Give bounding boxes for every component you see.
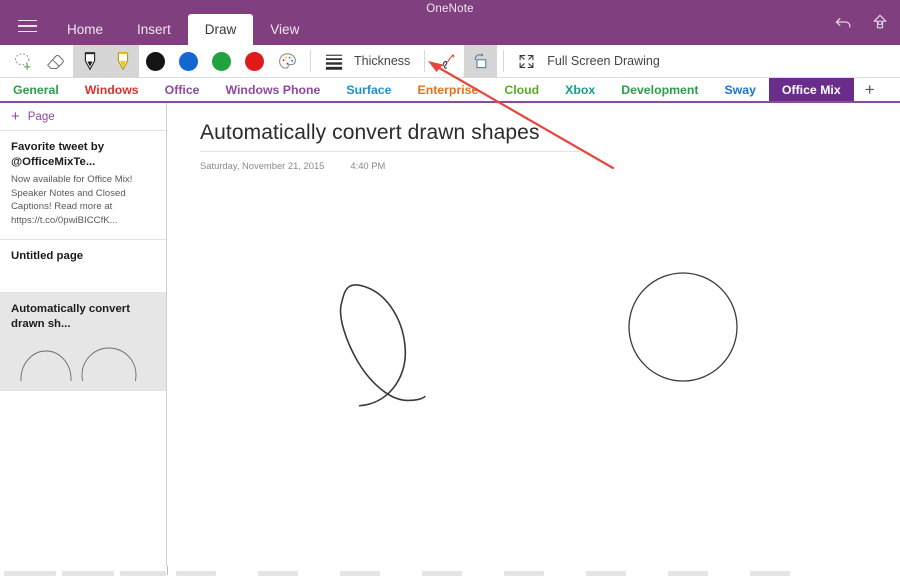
toolbar-divider [310, 50, 311, 72]
ribbon-tab-view[interactable]: View [253, 15, 316, 45]
ink-color-black[interactable] [139, 45, 172, 78]
page-list-item-untitled[interactable]: Untitled page [0, 240, 166, 293]
page-list-item-shapes[interactable]: Automatically convert drawn sh... [0, 292, 166, 408]
page-list-item-title: Automatically convert drawn sh... [11, 302, 131, 330]
pen-icon[interactable] [73, 44, 106, 78]
highlighter-icon[interactable] [106, 44, 139, 78]
thickness-icon[interactable] [317, 45, 350, 78]
title-bar: OneNote Home Insert Draw View [0, 0, 900, 45]
section-tab-windows-phone[interactable]: Windows Phone [213, 78, 334, 101]
section-tab-development[interactable]: Development [608, 78, 711, 101]
hand-drawn-ellipse [339, 284, 426, 407]
toolbar-divider-3 [503, 50, 505, 72]
thickness-button[interactable]: Thickness [317, 45, 418, 78]
page-thumbnail-preview [11, 339, 155, 408]
hamburger-icon[interactable] [4, 13, 50, 45]
section-tab-strip: General Windows Office Windows Phone Sur… [0, 78, 900, 103]
add-page-button[interactable]: + Page [0, 103, 166, 131]
ink-to-shape-icon[interactable] [464, 44, 498, 78]
workspace: + Page Favorite tweet by @OfficeMixTe...… [0, 103, 900, 580]
lasso-select-icon[interactable] [6, 45, 39, 78]
section-tab-surface[interactable]: Surface [333, 78, 404, 101]
page-list-sidebar: + Page Favorite tweet by @OfficeMixTe...… [0, 103, 167, 580]
add-section-button[interactable]: + [854, 78, 886, 101]
undo-icon[interactable] [834, 12, 854, 32]
horizontal-scroll-strip[interactable] [0, 566, 900, 580]
section-tab-office-mix[interactable]: Office Mix [768, 78, 854, 101]
onenote-window: OneNote Home Insert Draw View Thickness … [0, 0, 900, 580]
page-header: Automatically convert drawn shapes Satur… [167, 103, 900, 171]
eraser-icon[interactable] [39, 45, 73, 78]
section-tab-general[interactable]: General [0, 78, 72, 101]
ink-color-blue[interactable] [172, 45, 205, 78]
ribbon-tab-home[interactable]: Home [50, 15, 120, 45]
title-bar-actions [834, 12, 890, 32]
add-page-label: Page [27, 110, 55, 123]
share-icon[interactable] [870, 12, 890, 32]
fullscreen-icon[interactable] [510, 45, 543, 78]
full-screen-drawing-button[interactable]: Full Screen Drawing [510, 45, 668, 78]
sidebar-scroll-segments[interactable] [0, 566, 167, 580]
full-screen-drawing-label: Full Screen Drawing [547, 54, 660, 68]
thickness-label: Thickness [354, 54, 411, 68]
note-canvas[interactable]: Automatically convert drawn shapes Satur… [167, 103, 900, 580]
color-palette-icon[interactable] [271, 45, 304, 78]
page-list-item-tweet[interactable]: Favorite tweet by @OfficeMixTe... Now av… [0, 131, 166, 240]
section-tab-office[interactable]: Office [152, 78, 213, 101]
toolbar-divider-2 [424, 50, 426, 72]
ribbon-tab-insert[interactable]: Insert [120, 15, 188, 45]
page-title[interactable]: Automatically convert drawn shapes [200, 121, 580, 152]
section-tab-xbox[interactable]: Xbox [552, 78, 608, 101]
converted-circle [628, 272, 738, 382]
ink-color-red[interactable] [238, 45, 271, 78]
section-tab-cloud[interactable]: Cloud [491, 78, 552, 101]
draw-toolbar: Thickness Full Screen Drawing [0, 44, 900, 78]
ink-drawing-layer[interactable] [167, 163, 900, 580]
scroll-divider [167, 566, 168, 575]
page-list-item-title: Untitled page [11, 249, 84, 262]
ink-to-text-icon[interactable] [431, 45, 464, 78]
section-tab-enterprise[interactable]: Enterprise [405, 78, 492, 101]
ribbon-tab-draw[interactable]: Draw [187, 14, 254, 45]
ink-color-green[interactable] [205, 45, 238, 78]
page-list-item-title: Favorite tweet by @OfficeMixTe... [11, 141, 105, 169]
plus-icon: + [11, 108, 20, 125]
section-tab-windows[interactable]: Windows [72, 78, 152, 101]
page-list-item-preview: Now available for Office Mix! Speaker No… [11, 174, 133, 226]
section-tab-sway[interactable]: Sway [711, 78, 768, 101]
app-title: OneNote [426, 3, 474, 15]
